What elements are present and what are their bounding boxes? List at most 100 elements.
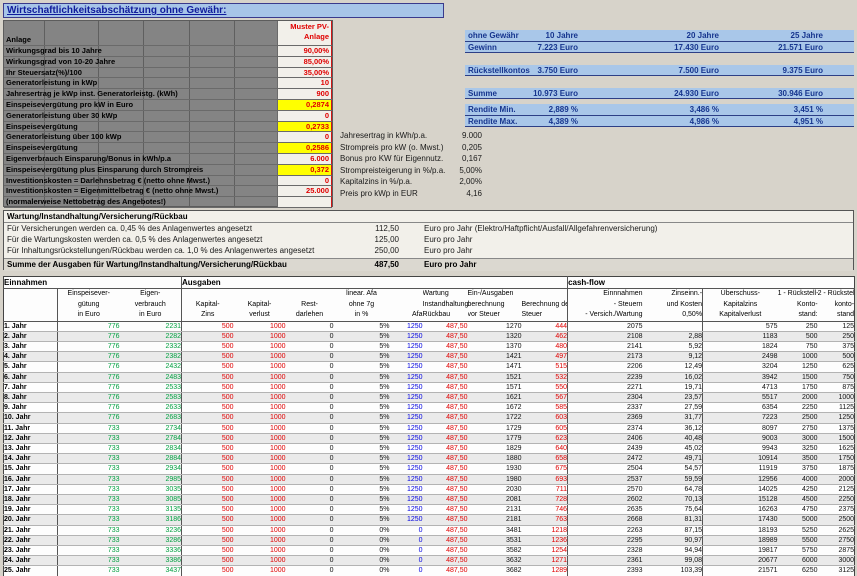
table-cell[interactable]: 776 [58,392,120,402]
table-cell[interactable]: 2483 [120,372,182,382]
table-cell[interactable]: 500 [182,454,234,464]
table-cell[interactable]: 733 [58,494,120,504]
table-cell[interactable]: 11919 [703,464,778,474]
table-cell[interactable]: 3. Jahr [4,341,58,351]
table-cell[interactable]: 487,50 [423,413,468,423]
table-cell[interactable]: 776 [58,403,120,413]
table-cell[interactable]: 4000 [778,474,818,484]
table-cell[interactable]: 0% [334,535,390,545]
table-cell[interactable]: 500 [182,413,234,423]
table-cell[interactable]: 1375 [818,423,855,433]
table-cell[interactable]: 2504 [568,464,643,474]
table-cell[interactable]: 0 [286,464,334,474]
table-cell[interactable]: 5% [334,372,390,382]
table-cell[interactable]: 487,50 [423,535,468,545]
param-value-cell[interactable]: 0 [277,132,332,142]
table-cell[interactable]: 0 [286,535,334,545]
table-cell[interactable]: 1000 [234,443,286,453]
table-cell[interactable]: 1000 [234,352,286,362]
table-cell[interactable]: 2125 [818,484,855,494]
table-cell[interactable]: 2250 [818,494,855,504]
table-cell[interactable]: 0 [286,423,334,433]
table-cell[interactable]: 0 [286,413,334,423]
table-cell[interactable]: 0 [286,331,334,341]
table-cell[interactable]: 2500 [818,515,855,525]
table-cell[interactable]: 94,94 [643,545,703,555]
table-cell[interactable]: 24. Jahr [4,556,58,566]
group-header-einnahmen[interactable]: Einnahmen [4,277,182,289]
table-cell[interactable]: 16,02 [643,372,703,382]
table-cell[interactable]: 2375 [818,505,855,515]
table-cell[interactable]: 3236 [120,525,182,535]
table-cell[interactable]: 45,02 [643,443,703,453]
summary-row[interactable]: Summe10.973 Euro24.930 Euro30.946 Euro [465,88,854,100]
table-cell[interactable]: 1250 [390,454,423,464]
table-cell[interactable]: 1500 [778,372,818,382]
table-cell[interactable]: 1250 [390,331,423,341]
table-cell[interactable]: 9003 [703,433,778,443]
table-col-header[interactable]: Überschuss-KapitalzinsKapitalverlust [703,289,778,322]
table-cell[interactable]: 500 [182,443,234,453]
table-cell[interactable]: 603 [522,413,568,423]
table-cell[interactable]: 1000 [234,464,286,474]
table-cell[interactable]: 487,50 [423,494,468,504]
table-cell[interactable]: 2583 [120,392,182,402]
table-cell[interactable]: 733 [58,515,120,525]
table-cell[interactable]: 9. Jahr [4,403,58,413]
table-cell[interactable]: 1000 [234,474,286,484]
table-cell[interactable]: 623 [522,433,568,443]
table-cell[interactable]: 2500 [778,413,818,423]
table-cell[interactable]: 2000 [778,392,818,402]
table-cell[interactable]: 733 [58,505,120,515]
table-cell[interactable]: 1000 [234,505,286,515]
table-cell[interactable]: 1000 [234,525,286,535]
table-cell[interactable]: 81,31 [643,515,703,525]
table-cell[interactable]: 40,48 [643,433,703,443]
table-cell[interactable]: 1250 [390,443,423,453]
table-cell[interactable]: 2625 [818,525,855,535]
table-cell[interactable]: 2750 [778,423,818,433]
table-cell[interactable]: 20. Jahr [4,515,58,525]
table-cell[interactable]: 0 [390,535,423,545]
table-cell[interactable]: 5% [334,515,390,525]
table-col-header[interactable]: WartungInstandhaltungRückbau [423,289,468,322]
table-cell[interactable]: 1750 [818,454,855,464]
table-cell[interactable]: 776 [58,382,120,392]
table-col-header[interactable]: Berechnung derSteuer [522,289,568,322]
table-cell[interactable]: 487,50 [423,484,468,494]
table-cell[interactable]: 12956 [703,474,778,484]
table-cell[interactable]: 5% [334,454,390,464]
table-cell[interactable]: 2000 [818,474,855,484]
table-cell[interactable]: 776 [58,341,120,351]
table-cell[interactable]: 1521 [468,372,522,382]
table-cell[interactable]: 5500 [778,535,818,545]
table-cell[interactable]: 250 [818,331,855,341]
table-cell[interactable]: 500 [182,372,234,382]
table-cell[interactable]: 1000 [234,392,286,402]
table-cell[interactable]: 21. Jahr [4,525,58,535]
table-cell[interactable]: 1000 [234,566,286,576]
table-cell[interactable]: 487,50 [423,372,468,382]
table-cell[interactable]: 1000 [234,535,286,545]
table-cell[interactable]: 1250 [390,362,423,372]
table-cell[interactable]: 15128 [703,494,778,504]
table-cell[interactable]: 4750 [778,505,818,515]
table-cell[interactable]: 532 [522,372,568,382]
table-cell[interactable]: 2250 [778,403,818,413]
table-cell[interactable]: 575 [703,321,778,331]
table-cell[interactable]: 2206 [568,362,643,372]
table-cell[interactable]: 2282 [120,331,182,341]
table-col-header[interactable] [4,289,58,322]
table-cell[interactable]: 2934 [120,464,182,474]
table-cell[interactable]: 0 [390,556,423,566]
table-cell[interactable]: 733 [58,464,120,474]
table-cell[interactable]: 1625 [818,443,855,453]
table-cell[interactable]: 99,08 [643,556,703,566]
table-cell[interactable]: 0 [390,566,423,576]
table-cell[interactable]: 3250 [778,443,818,453]
table-cell[interactable]: 0 [286,474,334,484]
table-cell[interactable]: 0 [286,505,334,515]
table-cell[interactable]: 3386 [120,556,182,566]
anlage-value-cell[interactable]: Muster PV- Anlage [277,21,332,45]
table-cell[interactable]: 2181 [468,515,522,525]
